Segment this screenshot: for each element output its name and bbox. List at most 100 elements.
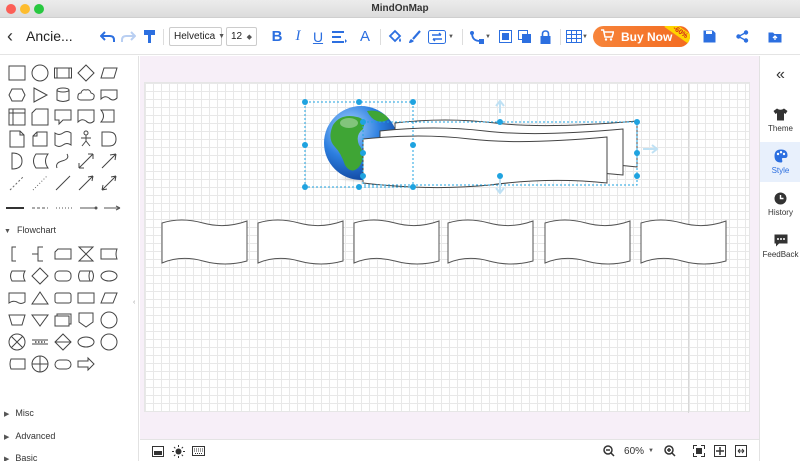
line-shape[interactable] <box>52 172 74 194</box>
outline-view-icon[interactable] <box>150 443 166 459</box>
connector-circle-shape[interactable] <box>98 309 120 331</box>
double-arrow-shape[interactable] <box>75 150 97 172</box>
process-shape[interactable] <box>52 62 74 84</box>
sidebar-item-history[interactable]: History <box>760 184 800 224</box>
sort-shape[interactable] <box>52 331 74 353</box>
block-arrow-shape[interactable] <box>75 353 97 375</box>
document-2-shape[interactable] <box>6 287 28 309</box>
parallelogram-shape[interactable] <box>98 62 120 84</box>
section-flowchart[interactable]: ▼ Flowchart <box>4 225 56 235</box>
section-basic[interactable]: ▶ Basic <box>4 453 37 461</box>
oval-shape[interactable] <box>75 331 97 353</box>
rounded-rect-shape[interactable] <box>52 287 74 309</box>
card-shape[interactable] <box>29 106 51 128</box>
multi-document-shape[interactable] <box>52 309 74 331</box>
fullscreen-icon[interactable] <box>733 443 749 459</box>
undo-icon[interactable] <box>98 18 116 55</box>
cloud-shape[interactable] <box>75 84 97 106</box>
dashed-line-shape[interactable] <box>6 172 28 194</box>
collate-shape[interactable] <box>75 243 97 265</box>
dotted-rect-shape[interactable] <box>29 331 51 353</box>
italic-icon[interactable]: I <box>289 18 307 55</box>
zoom-out-icon[interactable] <box>601 443 617 459</box>
database-shape[interactable] <box>75 265 97 287</box>
wave-shape-6[interactable] <box>640 219 727 265</box>
off-page-shape[interactable] <box>75 309 97 331</box>
wave-shape-4[interactable] <box>447 219 534 265</box>
wave-shape-5[interactable] <box>544 219 631 265</box>
save-icon[interactable] <box>699 18 719 55</box>
sidebar-item-style[interactable]: Style <box>760 142 800 182</box>
half-circle-shape[interactable] <box>6 150 28 172</box>
banner-shape[interactable] <box>98 84 120 106</box>
preparation-rect-shape[interactable] <box>75 287 97 309</box>
actor-shape[interactable] <box>75 128 97 150</box>
wave-shape-2[interactable] <box>257 219 344 265</box>
share-icon[interactable] <box>732 18 752 55</box>
panel-collapse-handle[interactable]: ‹ <box>133 299 135 306</box>
section-advanced[interactable]: ▶ Advanced <box>4 431 55 441</box>
internal-storage-shape[interactable] <box>6 106 28 128</box>
loop-limit-shape[interactable] <box>6 353 28 375</box>
collapse-panel-icon[interactable]: « <box>760 60 800 90</box>
lock-icon[interactable] <box>536 18 554 55</box>
connector-lines-row[interactable] <box>6 204 122 212</box>
connect-icon[interactable]: ▼ <box>468 18 492 55</box>
zoom-level[interactable]: 60% ▼ <box>622 443 656 459</box>
font-color-icon[interactable]: A <box>356 18 374 55</box>
bracket-shape[interactable] <box>6 243 28 265</box>
hexagon-shape[interactable] <box>6 84 28 106</box>
display-shape[interactable] <box>98 243 120 265</box>
wave-shape-1[interactable] <box>161 219 248 265</box>
line-arrow-shape[interactable] <box>75 172 97 194</box>
data-io-shape[interactable] <box>98 287 120 309</box>
underline-icon[interactable]: U <box>309 18 327 55</box>
ellipse-shape[interactable] <box>98 265 120 287</box>
document-shape[interactable] <box>75 106 97 128</box>
pill-shape[interactable] <box>52 353 74 375</box>
annotation-shape[interactable] <box>29 243 51 265</box>
triangle-right-shape[interactable] <box>29 84 51 106</box>
connector-style-select[interactable]: ▼ <box>426 18 456 55</box>
brush-icon[interactable] <box>406 18 424 55</box>
diamond-shape[interactable] <box>75 62 97 84</box>
arrow-shape[interactable] <box>98 150 120 172</box>
manual-operation-shape[interactable] <box>6 309 28 331</box>
zoom-in-icon[interactable] <box>662 443 678 459</box>
delay-shape[interactable] <box>98 128 120 150</box>
table-icon[interactable]: ▼ <box>565 18 589 55</box>
document-title[interactable]: Ancie... <box>26 28 73 44</box>
callout-shape[interactable] <box>52 106 74 128</box>
extract-shape[interactable] <box>29 287 51 309</box>
keyboard-icon[interactable] <box>190 443 206 459</box>
section-misc[interactable]: ▶ Misc <box>4 408 34 418</box>
folded-corner-shape[interactable] <box>29 128 51 150</box>
cylinder-shape[interactable] <box>52 84 74 106</box>
font-size-select[interactable]: 12 ◆ <box>226 27 257 46</box>
stored-data-2-shape[interactable] <box>6 265 28 287</box>
export-folder-icon[interactable] <box>765 18 785 55</box>
tape-shape[interactable] <box>52 128 74 150</box>
merge-shape[interactable] <box>29 309 51 331</box>
bold-icon[interactable]: B <box>268 18 286 55</box>
curve-shape[interactable] <box>52 150 74 172</box>
or-junction-shape[interactable] <box>29 353 51 375</box>
wave-shape-3[interactable] <box>353 219 440 265</box>
back-arrow-icon[interactable]: ‹ <box>2 18 18 55</box>
buy-now-button[interactable]: Buy Now -60% <box>593 26 690 47</box>
dotted-line-shape[interactable] <box>29 172 51 194</box>
circle-shape[interactable] <box>29 62 51 84</box>
theme-mode-icon[interactable] <box>170 443 186 459</box>
terminal-shape[interactable] <box>52 265 74 287</box>
center-view-icon[interactable] <box>712 443 728 459</box>
drawing-page[interactable] <box>144 82 750 413</box>
circle-2-shape[interactable] <box>98 331 120 353</box>
group-icon[interactable] <box>496 18 514 55</box>
redo-icon[interactable] <box>119 18 137 55</box>
font-family-select[interactable]: Helvetica ▼ <box>169 27 225 46</box>
align-icon[interactable] <box>330 18 350 55</box>
line-double-arrow-shape[interactable] <box>98 172 120 194</box>
fit-screen-icon[interactable] <box>691 443 707 459</box>
stored-data-shape[interactable] <box>29 150 51 172</box>
sidebar-item-feedback[interactable]: FeedBack <box>760 226 800 266</box>
